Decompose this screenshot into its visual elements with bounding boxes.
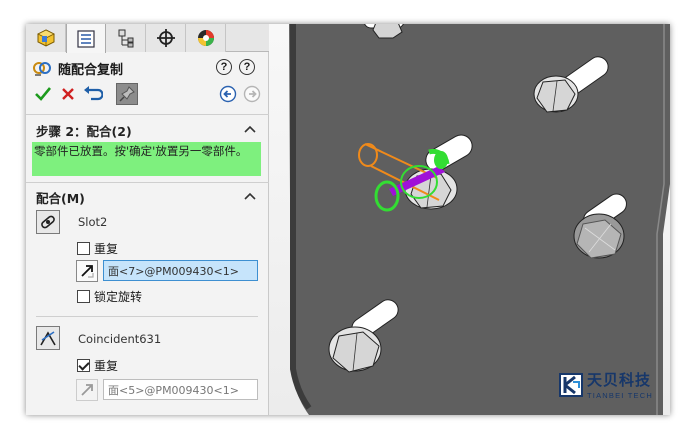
arrow-select-icon <box>81 384 93 396</box>
feature-manager-icon <box>36 29 55 47</box>
pushpin-icon <box>119 86 135 102</box>
manager-tab-bar <box>26 24 269 53</box>
reference-field-coincident[interactable]: 面<5>@PM009430<1> <box>103 379 258 400</box>
graphics-viewport[interactable] <box>269 24 670 415</box>
status-message: 零部件已放置。按'确定'放置另一零部件。 <box>32 142 261 176</box>
repeat-option-coincident[interactable]: 重复 <box>77 357 118 374</box>
divider <box>26 182 269 183</box>
forward-arrow-icon <box>243 85 261 103</box>
repeat-option-slot[interactable]: 重复 <box>77 240 118 257</box>
divider <box>26 114 269 115</box>
brand-logo: 天贝科技 TIANBEI TECH <box>559 369 653 400</box>
repeat-checkbox[interactable] <box>77 359 90 372</box>
mates-section-header[interactable]: 配合(M) <box>26 186 269 208</box>
tab-display-manager[interactable] <box>186 24 226 52</box>
lock-rotation-checkbox[interactable] <box>77 290 90 303</box>
repeat-checkbox[interactable] <box>77 242 90 255</box>
undo-icon <box>84 86 103 101</box>
tianbei-logo-icon <box>559 372 583 397</box>
tab-feature-manager[interactable] <box>26 24 66 52</box>
coincident-mate-icon <box>36 326 60 350</box>
mate-name-slot: Slot2 <box>78 215 108 229</box>
property-manager-icon <box>77 29 95 48</box>
reference-selector-button[interactable] <box>76 379 98 401</box>
chevron-up-icon[interactable] <box>243 189 257 203</box>
close-icon <box>62 88 74 100</box>
copy-with-mates-icon <box>33 62 51 76</box>
model-canvas[interactable] <box>269 24 670 415</box>
tab-configuration-manager[interactable] <box>106 24 146 52</box>
property-manager-panel: 随配合复制 ? ? 步骤 2：配合(2) 零部件已放置。按'确定'放置另一零部件… <box>26 24 269 415</box>
reference-field-slot[interactable]: 面<7>@PM009430<1> <box>103 260 258 281</box>
help-icon[interactable]: ? <box>239 59 255 75</box>
ok-button[interactable] <box>32 83 54 105</box>
action-toolbar <box>32 83 264 107</box>
chevron-up-icon[interactable] <box>243 122 257 136</box>
reference-selector-button[interactable] <box>76 260 98 282</box>
slot-mate-icon <box>36 210 60 234</box>
back-arrow-icon <box>219 85 237 103</box>
application-window: 随配合复制 ? ? 步骤 2：配合(2) 零部件已放置。按'确定'放置另一零部件… <box>26 24 670 415</box>
forward-button[interactable] <box>241 83 263 105</box>
brand-name-en: TIANBEI TECH <box>587 391 653 400</box>
page-title: 随配合复制 <box>58 62 124 78</box>
help-whats-wrong-icon[interactable]: ? <box>216 59 232 75</box>
dimxpert-manager-icon <box>156 29 175 47</box>
display-manager-icon <box>197 30 214 46</box>
undo-button[interactable] <box>82 83 104 105</box>
keep-visible-button[interactable] <box>116 83 138 105</box>
arrow-select-icon <box>81 265 94 278</box>
configuration-manager-icon <box>118 29 133 48</box>
check-icon <box>35 87 52 101</box>
mate-name-coincident: Coincident631 <box>78 332 162 346</box>
cancel-button[interactable] <box>57 83 79 105</box>
back-button[interactable] <box>217 83 239 105</box>
lock-rotation-option[interactable]: 锁定旋转 <box>77 288 142 305</box>
brand-name-cn: 天贝科技 <box>587 371 652 389</box>
mates-section-title: 配合(M) <box>36 190 85 206</box>
step-section-header[interactable]: 步骤 2：配合(2) <box>26 119 269 141</box>
tab-dimxpert-manager[interactable] <box>146 24 186 52</box>
divider <box>36 316 258 317</box>
property-manager-title: 随配合复制 <box>32 57 123 79</box>
step-section-title: 步骤 2：配合(2) <box>36 123 132 139</box>
tab-property-manager[interactable] <box>66 24 106 53</box>
